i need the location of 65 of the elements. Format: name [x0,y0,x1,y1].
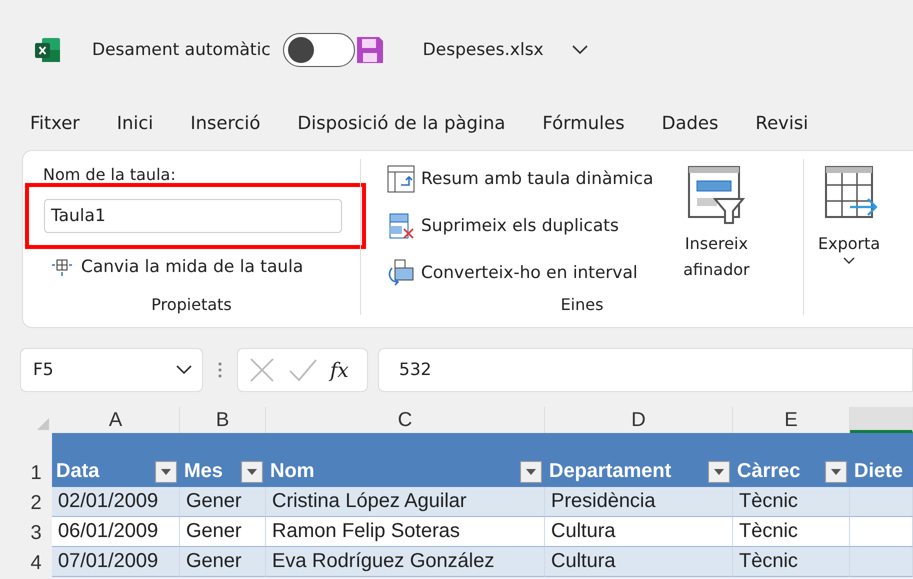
corner-triangle-icon [37,418,49,430]
ribbon-command[interactable]: Suprimeix els duplicats [385,210,654,242]
table-header-cell: Data [52,433,180,487]
chevron-down-icon [176,365,192,375]
table-cell [850,547,913,577]
spreadsheet-logo-icon [34,36,62,64]
chevron-down-icon [843,257,856,265]
filter-dropdown-button[interactable] [825,461,847,483]
table-cell: 07/01/2009 [52,547,180,577]
table-header-cell: Nom [266,433,545,487]
table-header-cell: Departament [545,433,733,487]
table-name-field[interactable]: Taula1 [44,199,342,233]
ribbon-command[interactable]: Resum amb taula dinàmica [385,163,654,195]
table-header-cell: Càrrec [733,433,850,487]
table-cell: 06/01/2009 [52,517,180,547]
convert-to-range-icon [387,259,415,287]
slicer-filter-icon [687,165,746,225]
group-label: Eines [560,295,604,316]
table-resize-icon [51,257,73,277]
filter-dropdown-button[interactable] [520,461,542,483]
pivot-table-icon [387,165,415,193]
resize-table-button[interactable]: Canvia la mida de la taula [51,251,360,283]
column-header[interactable] [850,407,913,433]
table-header-cell: Mes [180,433,266,487]
table-header-cell: Diete [850,433,913,487]
autosave-label: Desament automàtic [92,40,271,60]
table-cell: Cultura [545,547,733,577]
table-cell: Eva Rodríguez González [266,547,545,577]
table-cell: Gener [180,547,266,577]
table-cell: Tècnic [733,547,850,577]
insert-function-button[interactable]: fx [330,358,349,382]
table-cell: Cristina López Aguilar [266,487,545,517]
export-button[interactable]: Exporta [818,165,880,265]
autosave-toggle[interactable] [282,33,355,67]
remove-duplicates-icon [387,212,415,240]
insert-slicer-button[interactable]: Insereix afinador [671,165,762,295]
filter-dropdown-button[interactable] [241,461,263,483]
menu-tab[interactable]: Inici [116,112,154,134]
filter-dropdown-button[interactable] [155,461,177,483]
menu-tab[interactable]: Fórmules [542,112,625,134]
table-cell: Gener [180,517,266,547]
file-name-button[interactable]: Despeses.xlsx [422,40,588,60]
table-cell [850,487,913,517]
table-name-label: Nom de la taula: [43,165,177,186]
table-cell: Presidència [545,487,733,517]
table-cell: Tècnic [733,487,850,517]
ribbon-command[interactable]: Converteix-ho en interval [385,257,654,289]
table-cell: Gener [180,487,266,517]
table-cell: 02/01/2009 [52,487,180,517]
table-cell [850,517,913,547]
chevron-down-icon [572,45,588,55]
menu-tab[interactable]: Fitxer [30,112,80,134]
formula-field[interactable]: 532 [378,348,913,392]
table-cell: Cultura [545,517,733,547]
table-cell: Tècnic [733,517,850,547]
menu-tab[interactable]: Inserció [190,112,260,134]
group-label: Propietats [150,295,233,316]
menu-tab[interactable]: Disposició de la pàgina [297,112,506,134]
save-icon[interactable] [354,35,385,65]
more-options-icon[interactable] [217,360,223,380]
filter-dropdown-button[interactable] [708,461,730,483]
table-cell: Ramon Felip Soteras [266,517,545,547]
name-box[interactable]: F5 [20,348,203,392]
menu-tab[interactable]: Dades [662,112,718,134]
menu-tab[interactable]: Revisi [755,112,808,134]
